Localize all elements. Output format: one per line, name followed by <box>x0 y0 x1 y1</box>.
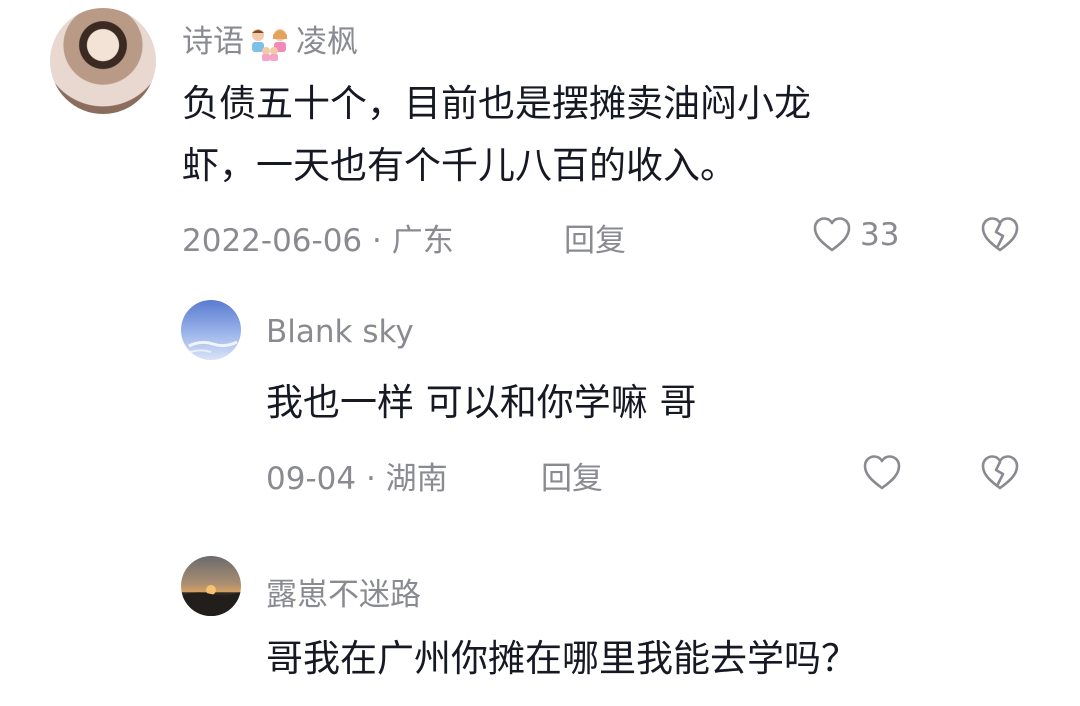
like-button[interactable]: 33 <box>812 216 899 254</box>
comment-text: 哥我在广州你摊在哪里我能去学吗？ <box>266 637 858 680</box>
comment-date: 2022-06-06 <box>182 223 363 259</box>
sky-avatar-art <box>184 340 238 355</box>
username-part-2: 凌枫 <box>296 24 358 60</box>
like-button[interactable] <box>862 454 902 492</box>
comment-text: 负债五十个，目前也是摆摊卖油闷小龙 虾，一天也有个千儿八百的收入。 <box>182 73 1002 197</box>
comment-location: · 湖南 <box>365 461 448 497</box>
reply-button[interactable]: 回复 <box>564 215 626 260</box>
like-count: 33 <box>860 217 900 253</box>
avatar[interactable] <box>181 556 241 616</box>
heart-outline-icon <box>863 455 901 490</box>
broken-heart-icon <box>981 455 1019 490</box>
comment-username[interactable]: 诗语 凌枫 <box>182 16 358 61</box>
comment-text-line-1: 负债五十个，目前也是摆摊卖油闷小龙 <box>182 82 811 125</box>
avatar[interactable] <box>50 8 156 114</box>
broken-heart-icon <box>981 217 1019 252</box>
comment-date: 09-04 <box>266 461 357 497</box>
comment-meta: 09-04 · 湖南 <box>266 453 448 498</box>
comment-text: 我也一样 可以和你学嘛 哥 <box>266 381 697 424</box>
family-emoji-icon <box>252 28 287 61</box>
comment-text-line-2: 虾，一天也有个千儿八百的收入。 <box>182 144 737 187</box>
avatar[interactable] <box>181 300 241 360</box>
username-part-1: 诗语 <box>182 24 244 60</box>
heart-outline-icon <box>813 217 851 252</box>
dislike-button[interactable] <box>979 454 1021 492</box>
dislike-button[interactable] <box>979 216 1021 254</box>
sunset-avatar-art <box>181 585 241 616</box>
comment-location: · 广东 <box>372 223 454 259</box>
comment-username[interactable]: 露崽不迷路 <box>266 569 421 614</box>
reply-button[interactable]: 回复 <box>541 453 603 498</box>
comment-meta: 2022-06-06 · 广东 <box>182 215 454 260</box>
comment-username[interactable]: Blank sky <box>266 314 414 350</box>
